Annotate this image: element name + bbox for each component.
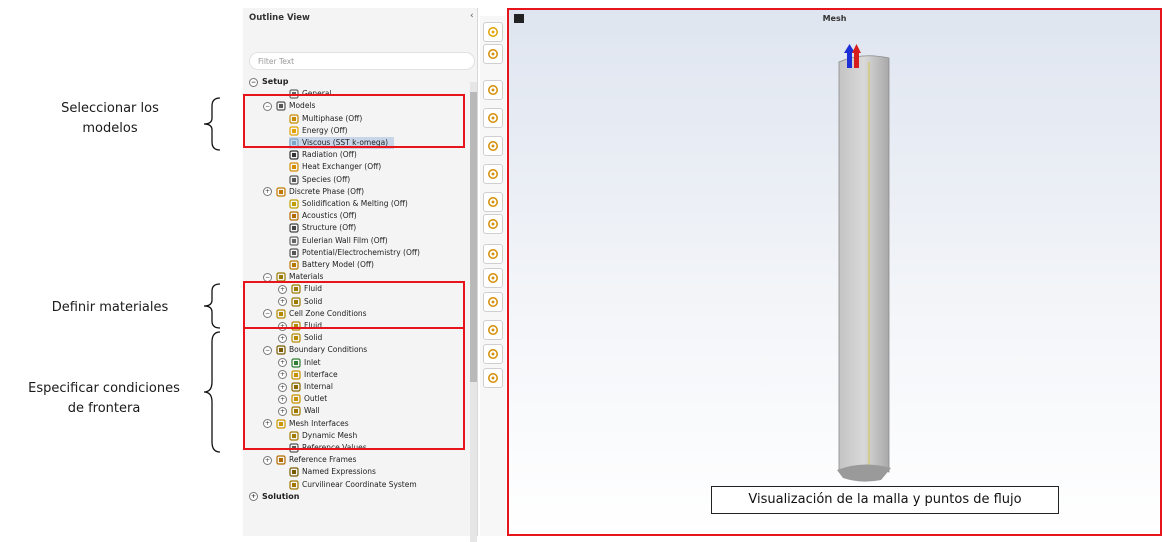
- tree-item-label: Reference Frames: [289, 455, 357, 465]
- probe-icon[interactable]: [483, 214, 503, 234]
- tree-item-label: Discrete Phase (Off): [289, 186, 365, 196]
- tree-item[interactable]: Named Expressions: [289, 466, 376, 478]
- brace-materials: [203, 283, 221, 329]
- zoom-out-icon[interactable]: [483, 292, 503, 312]
- tree-item[interactable]: Radiation (Off): [289, 149, 357, 161]
- pan-icon[interactable]: [483, 136, 503, 156]
- highlight-materials: [243, 281, 465, 329]
- highlight-models: [243, 94, 465, 148]
- viewport-title: Mesh: [822, 14, 847, 23]
- tree-item-label: Setup: [262, 77, 289, 86]
- clipping-plane-icon[interactable]: [483, 244, 503, 264]
- outline-view-title: Outline View: [249, 13, 310, 23]
- tree-item-label: Eulerian Wall Film (Off): [302, 235, 388, 245]
- scrollbar-thumb[interactable]: [470, 92, 477, 382]
- highlight-conditions: [243, 327, 465, 450]
- tree-item[interactable]: Eulerian Wall Film (Off): [289, 235, 388, 247]
- tree-item-label: Species (Off): [302, 174, 351, 184]
- tree-item[interactable]: + Reference Frames: [263, 454, 356, 466]
- magnify-icon[interactable]: [483, 320, 503, 340]
- expand-icon[interactable]: +: [249, 492, 258, 502]
- outline-scrollbar[interactable]: [470, 82, 477, 542]
- chevron-left-icon[interactable]: ‹: [470, 11, 474, 21]
- brace-conditions: [203, 331, 221, 453]
- solidification-icon: [289, 199, 299, 209]
- reference-frames-icon: [276, 455, 286, 465]
- annotation-materials-text: Definir materiales: [51, 300, 169, 315]
- flow-direction-arrows-icon: [844, 44, 861, 68]
- tree-item[interactable]: Heat Exchanger (Off): [289, 161, 381, 173]
- tree-item-label: Named Expressions: [302, 467, 376, 477]
- annotation-models-line1: Seleccionar los: [61, 101, 159, 116]
- tree-item[interactable]: Curvilinear Coordinate System: [289, 479, 417, 491]
- lock-icon[interactable]: [483, 368, 503, 388]
- mesh-geometry: [837, 55, 891, 482]
- tree-item[interactable]: Acoustics (Off): [289, 210, 357, 222]
- tree-item-label: Solidification & Melting (Off): [302, 199, 408, 208]
- wall-film-icon: [289, 235, 299, 246]
- graphics-toolbar: [480, 16, 506, 536]
- view-cube-icon[interactable]: [483, 44, 503, 64]
- expand-icon[interactable]: +: [263, 187, 272, 197]
- collapse-icon[interactable]: −: [249, 77, 258, 87]
- radiation-icon: [289, 150, 299, 160]
- select-pointer-icon[interactable]: [483, 80, 503, 100]
- zoom-in-box-icon[interactable]: [483, 164, 503, 184]
- acoustics-icon: [289, 211, 299, 221]
- potential-icon: [289, 248, 299, 258]
- tree-item-label: Radiation (Off): [302, 150, 357, 160]
- outline-view-panel: Outline View ‹ Filter Text − Setup General…: [243, 8, 478, 542]
- expand-icon[interactable]: +: [263, 455, 272, 465]
- zoom-to-fit-icon[interactable]: [483, 192, 503, 212]
- tree-item-label: Acoustics (Off): [302, 211, 357, 221]
- tree-item-label: Battery Model (Off): [302, 260, 374, 269]
- annotation-models: Seleccionar los modelos: [20, 99, 200, 139]
- tree-item-label: Solution: [262, 491, 300, 501]
- tree-item[interactable]: Potential/Electrochemistry (Off): [289, 247, 420, 259]
- discrete-phase-icon: [276, 187, 286, 197]
- annotation-models-line2: modelos: [82, 121, 138, 136]
- tree-item[interactable]: − Setup: [249, 76, 288, 88]
- filter-text-input[interactable]: Filter Text: [249, 52, 475, 70]
- tree-item-label: Heat Exchanger (Off): [302, 162, 382, 172]
- brace-models: [203, 97, 221, 151]
- rotate-icon[interactable]: [483, 108, 503, 128]
- tree-item[interactable]: Battery Model (Off): [289, 259, 374, 271]
- annotation-conditions: Especificar condiciones de frontera: [4, 379, 204, 419]
- tree-item[interactable]: + Discrete Phase (Off): [263, 186, 364, 198]
- tree-item-label: Curvilinear Coordinate System: [302, 479, 417, 489]
- tree-item-label: Potential/Electrochemistry (Off): [302, 247, 420, 257]
- annotation-materials: Definir materiales: [20, 298, 200, 318]
- tree-item-label: Structure (Off): [302, 223, 357, 233]
- tree-item[interactable]: Species (Off): [289, 174, 350, 186]
- annotation-conditions-line2: de frontera: [67, 401, 141, 416]
- tree-item[interactable]: Structure (Off): [289, 222, 356, 234]
- tree-item[interactable]: Solidification & Melting (Off): [289, 198, 408, 210]
- species-icon: [289, 174, 299, 185]
- named-expressions-icon: [289, 467, 299, 477]
- zoom-in-icon[interactable]: [483, 268, 503, 288]
- heat-exchanger-icon: [289, 162, 299, 172]
- graphics-viewport[interactable]: Mesh Visualización de la malla y puntos …: [507, 8, 1162, 536]
- display-options-icon[interactable]: [483, 22, 503, 42]
- structure-icon: [289, 223, 299, 233]
- tree-item[interactable]: + Solution: [249, 491, 299, 503]
- battery-icon: [289, 260, 299, 270]
- annotation-conditions-line1: Especificar condiciones: [28, 381, 180, 396]
- axes-icon[interactable]: [483, 344, 503, 364]
- curvilinear-icon: [289, 479, 299, 490]
- viewport-caption: Visualización de la malla y puntos de fl…: [711, 486, 1059, 514]
